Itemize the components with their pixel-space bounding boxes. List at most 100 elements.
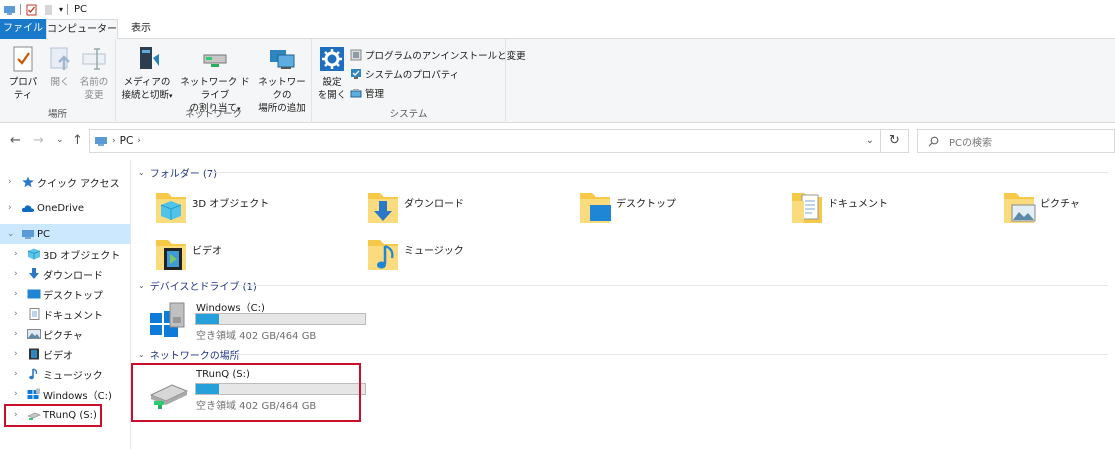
folder-downloads-icon — [368, 193, 398, 223]
back-arrow-icon[interactable]: ← — [10, 133, 21, 148]
rename-button[interactable]: 名前の 変更 — [76, 44, 112, 102]
drive-free-space: 空き領域 402 GB/464 GB — [196, 331, 317, 342]
folder-documents-icon — [792, 193, 822, 223]
drive-windows-c[interactable]: Windows（C:) 空き領域 402 GB/464 GB — [148, 299, 368, 349]
sidebar-item-downloads[interactable]: › ダウンロード — [0, 264, 130, 284]
sidebar-item-pc[interactable]: ⌄ PC — [0, 224, 130, 244]
document-icon — [29, 308, 40, 320]
folder-downloads[interactable]: ダウンロード — [366, 187, 566, 231]
breadcrumb-chevron-icon[interactable]: › — [137, 136, 141, 146]
folder-label: 3D オブジェクト — [192, 199, 270, 210]
chevron-right-icon[interactable]: › — [14, 389, 18, 399]
drive-usage-fill — [196, 314, 219, 324]
chevron-right-icon[interactable]: › — [8, 177, 12, 187]
desktop-icon — [27, 289, 41, 299]
chevron-right-icon[interactable]: › — [14, 309, 18, 319]
cloud-icon — [21, 205, 35, 212]
folder-3d-objects[interactable]: 3D オブジェクト — [154, 187, 354, 231]
chevron-down-icon[interactable]: ⌄ — [138, 281, 145, 290]
new-folder-quick-icon[interactable] — [42, 4, 55, 16]
address-bar[interactable]: › PC › ⌄ — [89, 129, 881, 153]
chevron-right-icon[interactable]: › — [14, 329, 18, 339]
open-label: 開く — [50, 77, 70, 88]
folder-videos[interactable]: ビデオ — [154, 234, 354, 278]
chevron-down-icon[interactable]: ⌄ — [138, 168, 145, 177]
breadcrumb-chevron-icon[interactable]: › — [112, 136, 116, 146]
open-settings-button[interactable]: 設定 を開く — [316, 44, 348, 102]
chevron-right-icon[interactable]: › — [14, 369, 18, 379]
folder-desktop[interactable]: デスクトップ — [578, 187, 778, 231]
search-input[interactable]: PCの検索 — [917, 129, 1115, 153]
sidebar-item-pictures[interactable]: › ピクチャ — [0, 324, 130, 344]
sidebar-item-label: Windows（C:) — [43, 390, 112, 402]
sidebar-item-quick-access[interactable]: › クイック アクセス — [0, 172, 130, 192]
cube-icon — [27, 248, 41, 260]
divider — [210, 172, 1108, 173]
chevron-right-icon[interactable]: › — [14, 249, 18, 259]
folder-label: ダウンロード — [404, 199, 464, 210]
sidebar-item-windows-c[interactable]: › Windows（C:) — [0, 384, 130, 404]
sidebar-item-label: ドキュメント — [43, 310, 103, 322]
properties-quick-icon[interactable] — [25, 4, 38, 16]
pc-icon — [4, 5, 15, 15]
uninstall-label: プログラムのアンインストールと変更 — [365, 50, 526, 62]
up-arrow-icon[interactable]: ↑ — [72, 133, 83, 148]
folder-music[interactable]: ミュージック — [366, 234, 566, 278]
sidebar-item-music[interactable]: › ミュージック — [0, 364, 130, 384]
search-placeholder: PCの検索 — [949, 137, 993, 149]
section-title: フォルダー (7) — [149, 168, 218, 180]
refresh-icon[interactable]: ↻ — [881, 129, 909, 153]
sidebar-item-label: ビデオ — [43, 350, 73, 362]
folder-label: ミュージック — [404, 246, 464, 257]
chevron-down-icon[interactable]: ⌄ — [138, 350, 145, 359]
sidebar-item-3d-objects[interactable]: › 3D オブジェクト — [0, 244, 130, 264]
open-button[interactable]: 開く — [46, 44, 74, 89]
tab-file[interactable]: ファイル — [0, 19, 46, 39]
open-icon — [50, 47, 70, 70]
chevron-right-icon[interactable]: › — [8, 203, 12, 213]
add-network-location-button[interactable]: ネットワークの 場所の追加 — [254, 44, 310, 115]
chevron-right-icon[interactable]: › — [14, 289, 18, 299]
uninstall-icon — [350, 49, 362, 60]
ribbon: プロパティ 開く 名前の 変更 場所 メディアの 接続と切断▾ ネットワーク ド… — [0, 39, 1115, 123]
sidebar-item-label: クイック アクセス — [37, 178, 120, 190]
address-row: ← → ⌄ ↑ › PC › ⌄ ↻ PCの検索 — [0, 124, 1115, 158]
tab-computer[interactable]: コンピューター — [46, 19, 118, 40]
folder-documents[interactable]: ドキュメント — [790, 187, 990, 231]
chevron-down-icon: ▾ — [169, 92, 173, 100]
properties-button[interactable]: プロパティ — [4, 44, 42, 102]
sidebar-item-label: デスクトップ — [43, 290, 103, 302]
system-drive-icon — [27, 388, 40, 399]
customize-quick-access-icon[interactable]: ▾ — [59, 5, 63, 14]
manage-button[interactable]: 管理 — [350, 84, 384, 101]
sidebar-item-label: OneDrive — [37, 202, 85, 214]
media-label-2: 接続と切断 — [121, 90, 169, 101]
sidebar-item-videos[interactable]: › ビデオ — [0, 344, 130, 364]
breadcrumb-pc[interactable]: PC — [120, 135, 134, 147]
uninstall-programs-button[interactable]: プログラムのアンインストールと変更 — [350, 46, 526, 63]
tab-view[interactable]: 表示 — [120, 19, 162, 39]
search-icon — [928, 136, 939, 146]
sidebar-item-documents[interactable]: › ドキュメント — [0, 304, 130, 324]
settings-label-1: 設定 — [322, 77, 342, 88]
address-dropdown-icon[interactable]: ⌄ — [866, 135, 874, 146]
group-label-network: ネットワーク — [184, 109, 242, 120]
folder-pictures[interactable]: ピクチャ — [1002, 187, 1115, 231]
sidebar-item-label: ミュージック — [43, 370, 103, 382]
divider — [67, 4, 69, 15]
network-drive-icon — [203, 54, 227, 67]
section-header-folders[interactable]: ⌄ フォルダー (7) — [138, 165, 218, 180]
media-label-1: メディアの — [123, 77, 171, 88]
chevron-right-icon[interactable]: › — [14, 269, 18, 279]
chevron-right-icon[interactable]: › — [14, 349, 18, 359]
network-location-icon — [270, 50, 295, 69]
section-header-network[interactable]: ⌄ ネットワークの場所 — [138, 347, 240, 362]
highlight-box-sidebar-trunq — [4, 404, 102, 427]
media-connect-button[interactable]: メディアの 接続と切断▾ — [118, 44, 176, 103]
sidebar-item-desktop[interactable]: › デスクトップ — [0, 284, 130, 304]
system-properties-button[interactable]: システムのプロパティ — [350, 65, 459, 82]
sidebar-item-onedrive[interactable]: › OneDrive — [0, 198, 130, 218]
chevron-down-icon[interactable]: ⌄ — [7, 229, 15, 239]
recent-locations-chevron-icon[interactable]: ⌄ — [56, 135, 64, 145]
forward-arrow-icon[interactable]: → — [33, 133, 44, 148]
